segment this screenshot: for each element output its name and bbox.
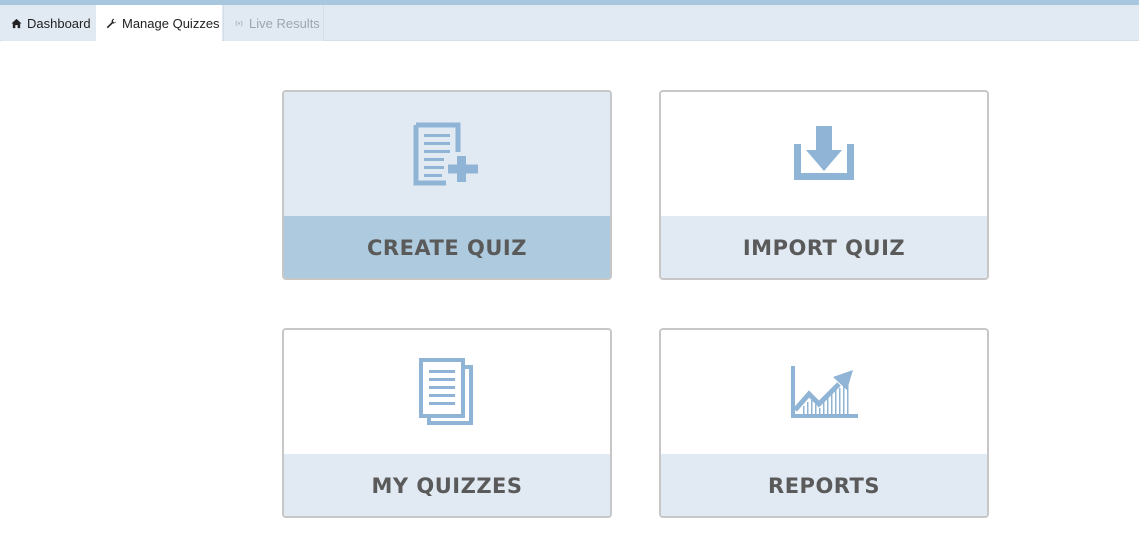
import-quiz-card[interactable]: IMPORT QUIZ xyxy=(659,90,989,280)
tab-label: Manage Quizzes xyxy=(122,16,220,31)
tab-bar: Dashboard Manage Quizzes Live Results xyxy=(0,5,1139,42)
card-label: MY QUIZZES xyxy=(371,474,523,498)
card-icon-area xyxy=(284,330,610,454)
tab-dashboard[interactable]: Dashboard xyxy=(2,5,96,41)
broadcast-icon xyxy=(235,19,243,27)
tab-live-results[interactable]: Live Results xyxy=(223,5,324,41)
card-label-area: REPORTS xyxy=(661,454,987,516)
card-label: IMPORT QUIZ xyxy=(742,236,906,260)
card-label-area: IMPORT QUIZ xyxy=(661,216,987,278)
card-label-area: MY QUIZZES xyxy=(284,454,610,516)
card-label-area: CREATE QUIZ xyxy=(284,216,610,278)
tab-manage-quizzes[interactable]: Manage Quizzes xyxy=(96,5,222,42)
reports-card[interactable]: REPORTS xyxy=(659,328,989,518)
tab-label: Dashboard xyxy=(27,15,91,31)
tab-label: Live Results xyxy=(249,15,320,31)
home-icon xyxy=(11,18,22,28)
card-label: REPORTS xyxy=(768,474,880,498)
wrench-icon xyxy=(106,18,117,29)
documents-stack-icon xyxy=(419,358,473,425)
card-label: CREATE QUIZ xyxy=(367,236,527,260)
card-icon-area xyxy=(661,330,987,454)
document-plus-icon xyxy=(413,122,478,186)
chart-trend-icon xyxy=(791,366,858,418)
import-tray-icon xyxy=(794,126,854,180)
card-icon-area xyxy=(661,92,987,216)
card-icon-area xyxy=(284,92,610,216)
my-quizzes-card[interactable]: MY QUIZZES xyxy=(282,328,612,518)
create-quiz-card[interactable]: CREATE QUIZ xyxy=(282,90,612,280)
